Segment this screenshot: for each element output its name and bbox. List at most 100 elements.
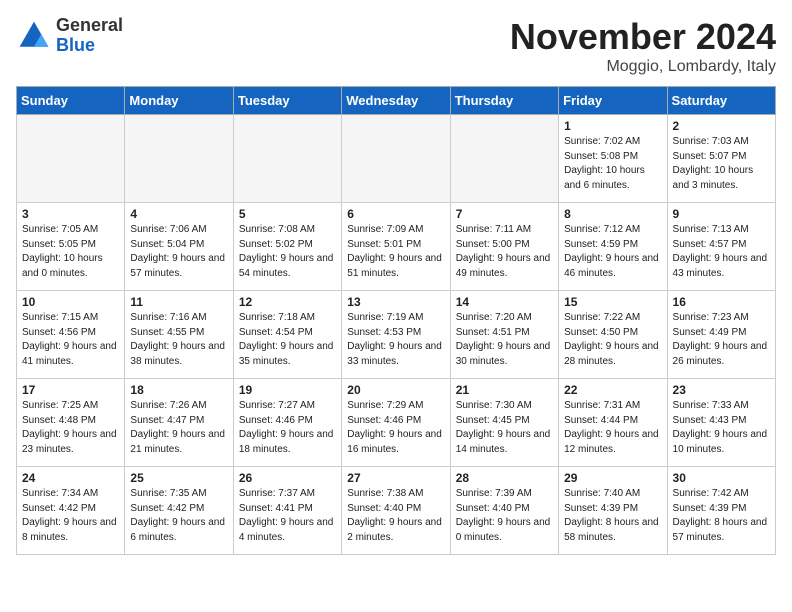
- calendar-cell: 4 Sunrise: 7:06 AM Sunset: 5:04 PM Daylig…: [125, 203, 233, 291]
- day-number: 6: [347, 207, 444, 221]
- calendar-cell: [450, 115, 558, 203]
- day-number: 28: [456, 471, 553, 485]
- day-info: Sunrise: 7:20 AM Sunset: 4:51 PM Dayligh…: [456, 311, 553, 369]
- day-number: 24: [22, 471, 119, 485]
- day-number: 21: [456, 383, 553, 397]
- weekday-header-friday: Friday: [559, 87, 667, 115]
- calendar-cell: 24 Sunrise: 7:34 AM Sunset: 4:42 PM Dayli…: [17, 467, 125, 555]
- day-number: 15: [564, 295, 661, 309]
- calendar-cell: 10 Sunrise: 7:15 AM Sunset: 4:56 PM Dayli…: [17, 291, 125, 379]
- logo: General Blue: [16, 16, 123, 56]
- location-title: Moggio, Lombardy, Italy: [510, 58, 776, 76]
- day-info: Sunrise: 7:16 AM Sunset: 4:55 PM Dayligh…: [130, 311, 227, 369]
- day-info: Sunrise: 7:27 AM Sunset: 4:46 PM Dayligh…: [239, 399, 336, 457]
- day-number: 27: [347, 471, 444, 485]
- day-number: 10: [22, 295, 119, 309]
- calendar-cell: 22 Sunrise: 7:31 AM Sunset: 4:44 PM Dayli…: [559, 379, 667, 467]
- day-info: Sunrise: 7:25 AM Sunset: 4:48 PM Dayligh…: [22, 399, 119, 457]
- day-number: 2: [673, 119, 770, 133]
- calendar-cell: 29 Sunrise: 7:40 AM Sunset: 4:39 PM Dayli…: [559, 467, 667, 555]
- calendar-cell: 6 Sunrise: 7:09 AM Sunset: 5:01 PM Daylig…: [342, 203, 450, 291]
- day-number: 17: [22, 383, 119, 397]
- calendar-cell: 18Sunrise: 7:26 AM Sunset: 4:47 PM Dayli…: [125, 379, 233, 467]
- logo-icon: [16, 18, 52, 54]
- day-number: 19: [239, 383, 336, 397]
- page-header: General Blue November 2024 Moggio, Lomba…: [16, 16, 776, 76]
- day-info: Sunrise: 7:39 AM Sunset: 4:40 PM Dayligh…: [456, 487, 553, 545]
- day-info: Sunrise: 7:05 AM Sunset: 5:05 PM Dayligh…: [22, 223, 119, 281]
- day-number: 16: [673, 295, 770, 309]
- day-number: 22: [564, 383, 661, 397]
- calendar-cell: 17 Sunrise: 7:25 AM Sunset: 4:48 PM Dayli…: [17, 379, 125, 467]
- calendar-cell: [233, 115, 341, 203]
- day-number: 4: [130, 207, 227, 221]
- calendar-cell: 23 Sunrise: 7:33 AM Sunset: 4:43 PM Dayli…: [667, 379, 775, 467]
- day-number: 23: [673, 383, 770, 397]
- calendar-cell: 15 Sunrise: 7:22 AM Sunset: 4:50 PM Dayli…: [559, 291, 667, 379]
- day-number: 25: [130, 471, 227, 485]
- day-info: Sunrise: 7:18 AM Sunset: 4:54 PM Dayligh…: [239, 311, 336, 369]
- day-number: 13: [347, 295, 444, 309]
- day-number: 3: [22, 207, 119, 221]
- day-number: 11: [130, 295, 227, 309]
- day-number: 30: [673, 471, 770, 485]
- weekday-header-monday: Monday: [125, 87, 233, 115]
- calendar-cell: 21 Sunrise: 7:30 AM Sunset: 4:45 PM Dayli…: [450, 379, 558, 467]
- weekday-header-saturday: Saturday: [667, 87, 775, 115]
- day-number: 5: [239, 207, 336, 221]
- calendar-cell: 8Sunrise: 7:12 AM Sunset: 4:59 PM Daylig…: [559, 203, 667, 291]
- day-info: Sunrise: 7:35 AM Sunset: 4:42 PM Dayligh…: [130, 487, 227, 545]
- day-info: Sunrise: 7:31 AM Sunset: 4:44 PM Dayligh…: [564, 399, 661, 457]
- calendar-cell: [342, 115, 450, 203]
- day-info: Sunrise: 7:13 AM Sunset: 4:57 PM Dayligh…: [673, 223, 770, 281]
- weekday-header-tuesday: Tuesday: [233, 87, 341, 115]
- day-info: Sunrise: 7:40 AM Sunset: 4:39 PM Dayligh…: [564, 487, 661, 545]
- day-info: Sunrise: 7:15 AM Sunset: 4:56 PM Dayligh…: [22, 311, 119, 369]
- calendar-cell: 9 Sunrise: 7:13 AM Sunset: 4:57 PM Daylig…: [667, 203, 775, 291]
- day-number: 29: [564, 471, 661, 485]
- day-info: Sunrise: 7:11 AM Sunset: 5:00 PM Dayligh…: [456, 223, 553, 281]
- calendar-cell: 25 Sunrise: 7:35 AM Sunset: 4:42 PM Dayli…: [125, 467, 233, 555]
- day-number: 7: [456, 207, 553, 221]
- calendar-cell: [17, 115, 125, 203]
- day-number: 14: [456, 295, 553, 309]
- day-info: Sunrise: 7:08 AM Sunset: 5:02 PM Dayligh…: [239, 223, 336, 281]
- calendar-table: SundayMondayTuesdayWednesdayThursdayFrid…: [16, 86, 776, 555]
- day-info: Sunrise: 7:30 AM Sunset: 4:45 PM Dayligh…: [456, 399, 553, 457]
- day-info: Sunrise: 7:34 AM Sunset: 4:42 PM Dayligh…: [22, 487, 119, 545]
- weekday-header-thursday: Thursday: [450, 87, 558, 115]
- day-info: Sunrise: 7:22 AM Sunset: 4:50 PM Dayligh…: [564, 311, 661, 369]
- day-info: Sunrise: 7:02 AM Sunset: 5:08 PM Dayligh…: [564, 135, 661, 193]
- day-info: Sunrise: 7:06 AM Sunset: 5:04 PM Dayligh…: [130, 223, 227, 281]
- day-info: Sunrise: 7:29 AM Sunset: 4:46 PM Dayligh…: [347, 399, 444, 457]
- day-info: Sunrise: 7:42 AM Sunset: 4:39 PM Dayligh…: [673, 487, 770, 545]
- calendar-cell: [125, 115, 233, 203]
- title-block: November 2024 Moggio, Lombardy, Italy: [510, 16, 776, 76]
- month-title: November 2024: [510, 16, 776, 58]
- calendar-cell: 26Sunrise: 7:37 AM Sunset: 4:41 PM Dayli…: [233, 467, 341, 555]
- day-info: Sunrise: 7:38 AM Sunset: 4:40 PM Dayligh…: [347, 487, 444, 545]
- day-number: 9: [673, 207, 770, 221]
- day-number: 20: [347, 383, 444, 397]
- calendar-cell: 14 Sunrise: 7:20 AM Sunset: 4:51 PM Dayli…: [450, 291, 558, 379]
- calendar-cell: 12 Sunrise: 7:18 AM Sunset: 4:54 PM Dayli…: [233, 291, 341, 379]
- day-info: Sunrise: 7:03 AM Sunset: 5:07 PM Dayligh…: [673, 135, 770, 193]
- day-number: 1: [564, 119, 661, 133]
- calendar-cell: 19 Sunrise: 7:27 AM Sunset: 4:46 PM Dayli…: [233, 379, 341, 467]
- calendar-cell: 1 Sunrise: 7:02 AM Sunset: 5:08 PM Daylig…: [559, 115, 667, 203]
- day-info: Sunrise: 7:37 AM Sunset: 4:41 PM Dayligh…: [239, 487, 336, 545]
- day-info: Sunrise: 7:19 AM Sunset: 4:53 PM Dayligh…: [347, 311, 444, 369]
- day-info: Sunrise: 7:12 AM Sunset: 4:59 PM Dayligh…: [564, 223, 661, 281]
- day-info: Sunrise: 7:26 AM Sunset: 4:47 PM Dayligh…: [130, 399, 227, 457]
- calendar-cell: 27 Sunrise: 7:38 AM Sunset: 4:40 PM Dayli…: [342, 467, 450, 555]
- day-info: Sunrise: 7:09 AM Sunset: 5:01 PM Dayligh…: [347, 223, 444, 281]
- day-number: 12: [239, 295, 336, 309]
- calendar-cell: 28 Sunrise: 7:39 AM Sunset: 4:40 PM Dayli…: [450, 467, 558, 555]
- logo-text: General Blue: [56, 16, 123, 56]
- calendar-cell: 11 Sunrise: 7:16 AM Sunset: 4:55 PM Dayli…: [125, 291, 233, 379]
- calendar-cell: 5 Sunrise: 7:08 AM Sunset: 5:02 PM Daylig…: [233, 203, 341, 291]
- calendar-cell: 7 Sunrise: 7:11 AM Sunset: 5:00 PM Daylig…: [450, 203, 558, 291]
- day-info: Sunrise: 7:33 AM Sunset: 4:43 PM Dayligh…: [673, 399, 770, 457]
- calendar-cell: 20 Sunrise: 7:29 AM Sunset: 4:46 PM Dayli…: [342, 379, 450, 467]
- calendar-cell: 13 Sunrise: 7:19 AM Sunset: 4:53 PM Dayli…: [342, 291, 450, 379]
